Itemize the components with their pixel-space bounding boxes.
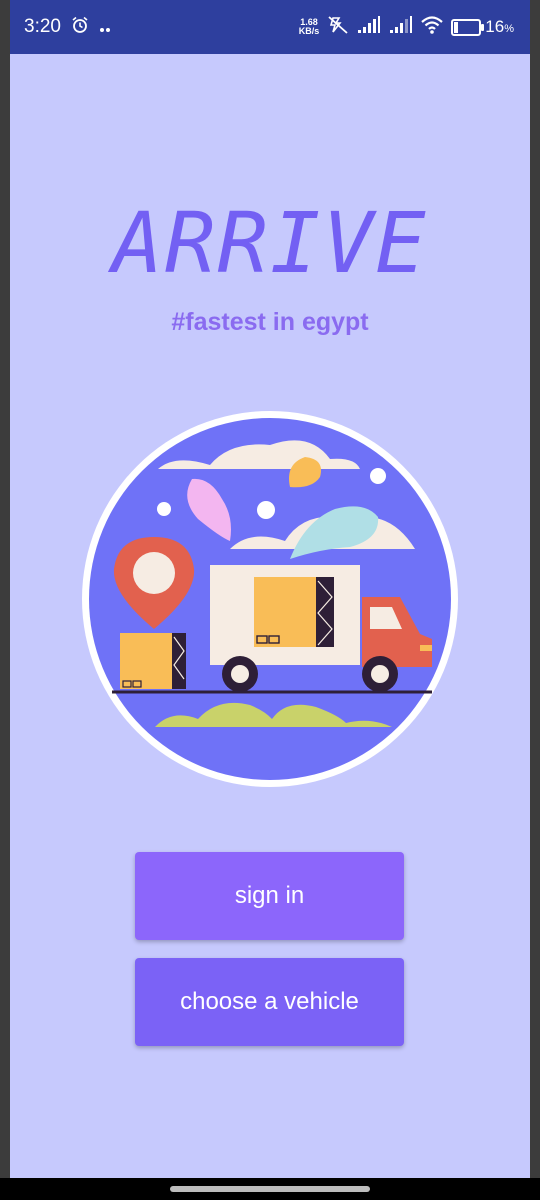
signal-icon bbox=[357, 16, 381, 38]
notification-dots-icon bbox=[99, 16, 111, 38]
app-tagline: #fastest in egypt bbox=[171, 308, 369, 336]
mute-icon bbox=[327, 15, 349, 39]
sign-in-button[interactable]: sign in bbox=[135, 852, 404, 940]
status-bar: 3:20 1.68 KB/s 16% bbox=[10, 0, 530, 54]
gesture-handle[interactable] bbox=[170, 1186, 370, 1192]
battery-icon bbox=[451, 18, 485, 36]
wifi-icon bbox=[421, 16, 444, 38]
status-time: 3:20 bbox=[24, 16, 61, 37]
signal-icon bbox=[389, 16, 413, 38]
net-speed: 1.68 KB/s bbox=[298, 17, 320, 36]
choose-vehicle-button[interactable]: choose a vehicle bbox=[135, 958, 404, 1046]
app-screen: ARRIVE #fastest in egypt sign in choose … bbox=[10, 54, 530, 1178]
delivery-truck-illustration bbox=[82, 411, 458, 787]
alarm-icon bbox=[71, 16, 89, 39]
app-title: ARRIVE bbox=[112, 194, 428, 292]
battery-indicator: 16% bbox=[451, 17, 514, 37]
